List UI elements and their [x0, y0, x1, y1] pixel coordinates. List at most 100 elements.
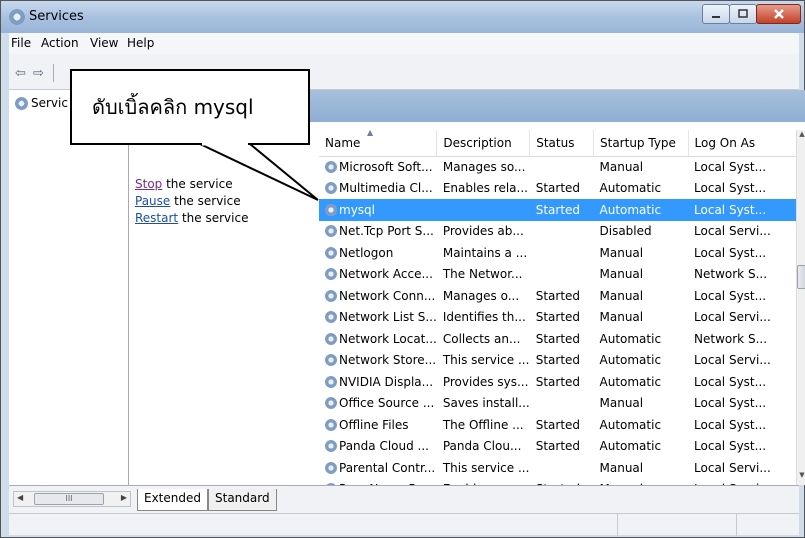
window-title: Services — [29, 9, 84, 24]
cell-status: Started — [535, 331, 581, 346]
stop-link[interactable]: Stop — [135, 177, 162, 191]
cell-name: Panda Cloud ... — [319, 436, 437, 458]
services-table: ▲ Name Description Status Startup Type Lo… — [319, 130, 799, 485]
scroll-down-arrow-icon[interactable]: ▼ — [797, 471, 805, 485]
vertical-scrollbar[interactable]: ▲ ▼ — [796, 130, 805, 485]
service-gear-icon — [325, 161, 337, 173]
column-header-status[interactable]: Status — [529, 130, 594, 157]
forward-arrow-icon[interactable]: ⇨ — [33, 66, 44, 81]
cell-description: This service ... — [442, 353, 530, 368]
menu-view[interactable]: View — [90, 36, 118, 50]
table-row[interactable]: Offline Files The Offline ... Started Autom… — [319, 414, 799, 436]
services-pane: Stop the service Pause the service Resta… — [129, 90, 805, 485]
cell-description: The Offline ... — [442, 417, 524, 432]
menu-file[interactable]: File — [11, 36, 31, 50]
table-row[interactable]: Parental Contr... This service ... Manual L… — [319, 457, 799, 479]
table-row[interactable]: Network Store... This service ... Started A… — [319, 350, 799, 372]
cell-logon: Local Servi... — [694, 224, 771, 239]
service-gear-icon — [325, 461, 337, 474]
column-header-log-on-as[interactable]: Log On As — [688, 130, 799, 157]
cell-description: Collects an... — [442, 331, 521, 346]
column-header-name[interactable]: ▲ Name — [319, 130, 438, 157]
pause-link[interactable]: Pause — [135, 194, 170, 208]
cell-logon: Local Servi... — [694, 310, 771, 325]
annotation-callout: ดับเบิ้ลคลิก mysql — [70, 69, 310, 145]
scroll-up-arrow-icon[interactable]: ▲ — [797, 130, 805, 144]
cell-logon: Local Servi... — [694, 353, 771, 368]
cell-startup: Automatic — [599, 181, 662, 196]
cell-status — [530, 393, 594, 415]
back-arrow-icon[interactable]: ⇦ — [15, 66, 26, 81]
cell-logon: Local Servi... — [694, 460, 771, 475]
cell-logon: Local Syst... — [694, 396, 767, 411]
cell-status — [530, 457, 594, 479]
scroll-left-arrow-icon[interactable]: ◀ — [17, 493, 23, 502]
cell-startup: Manual — [599, 288, 644, 303]
title-bar[interactable]: Services — [1, 1, 804, 33]
table-row[interactable]: Net.Tcp Port S... Provides ab... Disabled L… — [319, 221, 799, 243]
services-gear-icon — [9, 9, 25, 25]
service-actions: Stop the service Pause the service Resta… — [135, 176, 310, 227]
cell-name: Network Acce... — [319, 264, 437, 286]
menu-help[interactable]: Help — [127, 36, 154, 50]
table-row[interactable]: Multimedia Cl... Enables rela... Started Au… — [319, 178, 799, 200]
horizontal-scrollbar[interactable]: ◀ III ▶ — [13, 491, 131, 507]
column-header-startup-type[interactable]: Startup Type — [593, 130, 689, 157]
tree-item-services[interactable]: Servic — [15, 96, 68, 110]
cell-status — [530, 242, 594, 264]
cell-logon: Network S... — [694, 267, 768, 282]
cell-logon: Local Syst... — [694, 288, 767, 303]
cell-description — [436, 199, 530, 221]
horizontal-scroll-thumb[interactable]: III — [34, 493, 104, 505]
cell-name: Network List S... — [319, 307, 437, 329]
service-gear-icon — [325, 225, 337, 238]
minimize-button[interactable] — [702, 4, 730, 24]
table-row[interactable]: Network List S... Identifies th... Started… — [319, 307, 799, 329]
table-row[interactable]: mysql Started Automatic Local Syst... — [319, 199, 799, 221]
close-button[interactable] — [756, 4, 801, 24]
tab-extended[interactable]: Extended — [137, 489, 208, 511]
table-row[interactable]: NVIDIA Displa... Provides sys... Started Au… — [319, 371, 799, 393]
restart-link[interactable]: Restart — [135, 211, 178, 225]
callout-text: ดับเบิ้ลคลิก mysql — [92, 95, 254, 119]
cell-description: Maintains a ... — [442, 245, 528, 260]
cell-logon: Network S... — [694, 331, 768, 346]
cell-startup: Manual — [599, 460, 644, 475]
cell-logon: Local Syst... — [694, 160, 767, 174]
service-gear-icon — [325, 182, 337, 195]
scroll-right-arrow-icon[interactable]: ▶ — [121, 493, 127, 502]
cell-status — [530, 156, 594, 178]
service-gear-icon — [325, 397, 337, 410]
cell-name: mysql — [319, 199, 437, 221]
table-row[interactable]: Network Acce... The Networ... Manual Networ… — [319, 264, 799, 286]
table-row[interactable]: Network Locat... Collects an... Started Aut… — [319, 328, 799, 350]
table-row[interactable]: Microsoft Soft... Manages so... Manual Loca… — [319, 156, 799, 178]
bottom-bar: ◀ III ▶ Extended Standard — [9, 485, 799, 513]
column-header-description[interactable]: Description — [436, 130, 531, 157]
table-row[interactable]: Network Conn... Manages o... Started Manual… — [319, 285, 799, 307]
close-icon — [773, 9, 784, 19]
restart-label: the service — [178, 211, 249, 225]
cell-status: Started — [535, 310, 581, 325]
cell-logon: Local Syst... — [694, 245, 767, 260]
services-gear-icon — [15, 96, 28, 110]
tab-standard[interactable]: Standard — [208, 489, 277, 511]
cell-status: Started — [535, 374, 581, 389]
maximize-button[interactable] — [729, 4, 757, 24]
cell-startup: Manual — [599, 267, 644, 282]
table-row[interactable]: Office Source ... Saves install... Manual L… — [319, 393, 799, 415]
table-row[interactable]: Netlogon Maintains a ... Manual Local Syst.… — [319, 242, 799, 264]
cell-description: Provides ab... — [442, 224, 524, 239]
menu-action[interactable]: Action — [41, 36, 79, 50]
cell-description: The Networ... — [442, 267, 523, 282]
view-tabs: Extended Standard — [137, 489, 277, 511]
cell-startup: Manual — [599, 160, 644, 174]
scroll-thumb[interactable] — [797, 265, 805, 289]
cell-startup: Automatic — [599, 353, 662, 368]
cell-status: Started — [535, 353, 581, 368]
cell-description: Panda Clou... — [442, 439, 522, 454]
table-header-row: ▲ Name Description Status Startup Type Lo… — [319, 130, 799, 157]
status-divider — [736, 514, 737, 536]
table-row[interactable]: Panda Cloud ... Panda Clou... Started Autom… — [319, 436, 799, 458]
cell-name: NVIDIA Displa... — [319, 371, 437, 393]
